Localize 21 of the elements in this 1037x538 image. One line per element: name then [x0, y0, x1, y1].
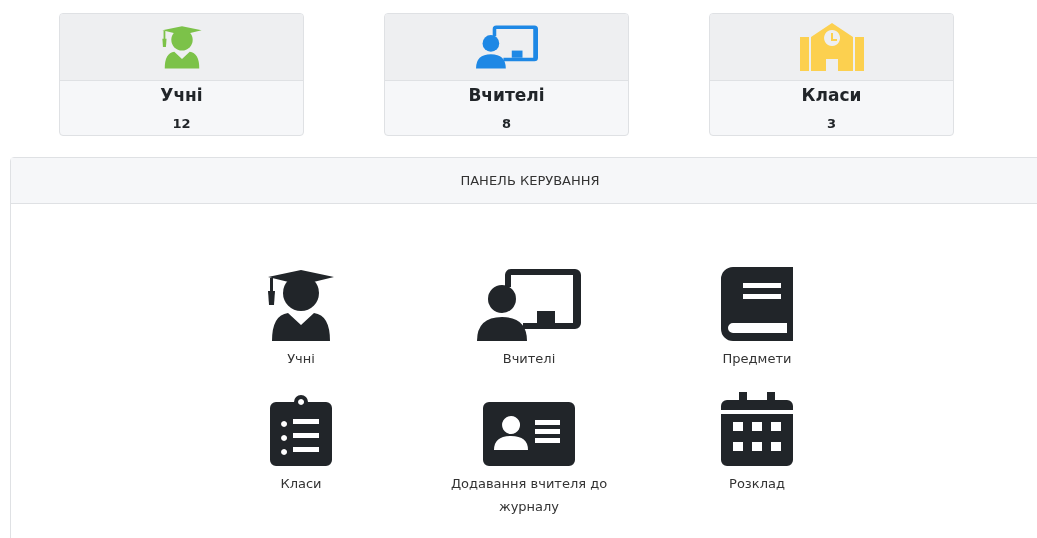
- panel-link[interactable]: Учні: [206, 347, 396, 370]
- stat-count: 3: [825, 114, 837, 133]
- stat-count: 12: [171, 114, 192, 133]
- id-card-icon[interactable]: [483, 402, 575, 466]
- panel-link[interactable]: Предмети: [662, 347, 852, 370]
- teacher-board-icon: [475, 25, 538, 69]
- calendar-icon[interactable]: [721, 392, 793, 466]
- teacher-board-icon[interactable]: [477, 269, 581, 341]
- clipboard-list-icon[interactable]: [270, 392, 332, 466]
- stat-label: Класи: [800, 84, 863, 107]
- panel-link[interactable]: Додавання вчителя до журналу: [434, 472, 624, 518]
- panel-link[interactable]: Розклад: [662, 472, 852, 495]
- stat-label: Вчителі: [467, 84, 546, 107]
- panel-link[interactable]: Вчителі: [434, 347, 624, 370]
- stat-count: 8: [500, 114, 512, 133]
- panel-link[interactable]: Класи: [206, 472, 396, 495]
- graduate-icon: [159, 25, 204, 69]
- book-icon[interactable]: [721, 267, 793, 341]
- school-building-icon: [799, 23, 864, 71]
- stat-label: Учні: [159, 84, 204, 107]
- panel-title: ПАНЕЛЬ КЕРУВАННЯ: [460, 171, 600, 190]
